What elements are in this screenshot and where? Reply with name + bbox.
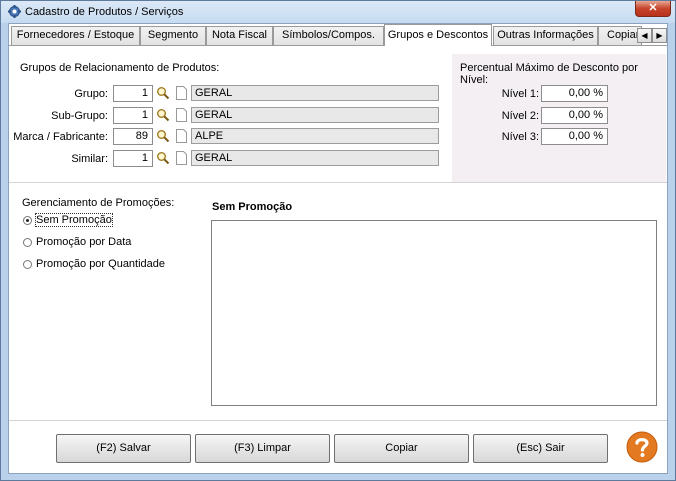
- save-button[interactable]: (F2) Salvar: [56, 434, 191, 463]
- document-icon[interactable]: [176, 108, 187, 122]
- tab-simbolos-compos[interactable]: Símbolos/Compos.: [273, 26, 384, 45]
- search-icon[interactable]: [156, 151, 170, 165]
- tab-label: Grupos e Descontos: [387, 29, 489, 41]
- radio-checked-icon: [23, 216, 32, 225]
- subgrupo-code-input[interactable]: 1: [113, 107, 153, 124]
- document-icon[interactable]: [176, 129, 187, 143]
- tab-underline: [9, 45, 667, 46]
- radio-label: Sem Promoção: [35, 213, 113, 227]
- tab-scroll-right-button[interactable]: ▶: [652, 28, 667, 43]
- clear-button[interactable]: (F3) Limpar: [195, 434, 330, 463]
- tab-label: Nota Fiscal: [211, 29, 268, 41]
- close-icon: ✕: [648, 2, 658, 14]
- subgrupo-label: Sub-Grupo:: [51, 110, 108, 122]
- tab-label: Símbolos/Compos.: [282, 29, 375, 41]
- similar-code-input[interactable]: 1: [113, 150, 153, 167]
- footer-divider: [9, 420, 667, 421]
- tab-nota-fiscal[interactable]: Nota Fiscal: [206, 26, 273, 45]
- nivel-3-input[interactable]: 0,00 %: [541, 128, 608, 145]
- similar-description: GERAL: [191, 150, 439, 166]
- search-icon[interactable]: [156, 86, 170, 100]
- tab-grupos-descontos[interactable]: Grupos e Descontos: [384, 24, 492, 46]
- tab-strip: Fornecedores / Estoque Segmento Nota Fis…: [9, 24, 667, 46]
- document-icon[interactable]: [176, 86, 187, 100]
- grupo-code-input[interactable]: 1: [113, 85, 153, 102]
- help-icon[interactable]: [626, 431, 658, 463]
- title-bar[interactable]: Cadastro de Produtos / Serviços ✕: [1, 1, 675, 23]
- tab-label: Outras Informações: [497, 29, 594, 41]
- tab-label: Segmento: [147, 29, 199, 41]
- radio-label: Promoção por Data: [36, 236, 132, 248]
- nivel-3-label: Nível 3:: [501, 131, 539, 143]
- radio-unchecked-icon: [23, 260, 32, 269]
- promotion-panel-title: Sem Promoção: [212, 201, 293, 213]
- application-window: Cadastro de Produtos / Serviços ✕ Fornec…: [0, 0, 676, 481]
- nivel-2-label: Nível 2:: [501, 110, 539, 122]
- marca-fabricante-code-input[interactable]: 89: [113, 128, 153, 145]
- tab-segmento[interactable]: Segmento: [140, 26, 206, 45]
- grupo-description: GERAL: [191, 85, 439, 101]
- close-button[interactable]: ✕: [635, 1, 671, 17]
- marca-fabricante-description: ALPE: [191, 128, 439, 144]
- discount-section-title: Percentual Máximo de Desconto por Nível:: [460, 62, 638, 86]
- exit-button[interactable]: (Esc) Sair: [473, 434, 608, 463]
- window-title: Cadastro de Produtos / Serviços: [25, 6, 184, 18]
- tab-copiar[interactable]: Copiar: [598, 26, 642, 45]
- copy-button[interactable]: Copiar: [334, 434, 469, 463]
- promotions-section-title: Gerenciamento de Promoções:: [22, 197, 175, 209]
- tab-scroll-left-button[interactable]: ◀: [637, 28, 652, 43]
- search-icon[interactable]: [156, 108, 170, 122]
- nivel-1-input[interactable]: 0,00 %: [541, 85, 608, 102]
- tab-label: Copiar: [607, 29, 640, 41]
- radio-label: Promoção por Quantidade: [36, 258, 166, 270]
- similar-label: Similar:: [71, 153, 108, 165]
- groups-section-title: Grupos de Relacionamento de Produtos:: [20, 62, 220, 74]
- app-gear-icon: [8, 5, 21, 18]
- tab-label: Fornecedores / Estoque: [16, 29, 135, 41]
- document-icon[interactable]: [176, 151, 187, 165]
- tab-outras-informacoes[interactable]: Outras Informações: [493, 26, 598, 45]
- nivel-1-label: Nível 1:: [501, 88, 539, 100]
- radio-unchecked-icon: [23, 238, 32, 247]
- nivel-2-input[interactable]: 0,00 %: [541, 107, 608, 124]
- subgrupo-description: GERAL: [191, 107, 439, 123]
- discount-panel: Percentual Máximo de Desconto por Nível:…: [452, 54, 666, 182]
- grupo-label: Grupo:: [74, 88, 108, 100]
- section-divider: [9, 182, 667, 183]
- marca-fabricante-label: Marca / Fabricante:: [13, 131, 108, 143]
- arrow-right-icon: ▶: [656, 31, 663, 40]
- promotion-panel: [211, 220, 657, 406]
- search-icon[interactable]: [156, 129, 170, 143]
- form-client-area: Fornecedores / Estoque Segmento Nota Fis…: [8, 23, 668, 474]
- tab-fornecedores-estoque[interactable]: Fornecedores / Estoque: [11, 26, 140, 45]
- arrow-left-icon: ◀: [641, 31, 648, 40]
